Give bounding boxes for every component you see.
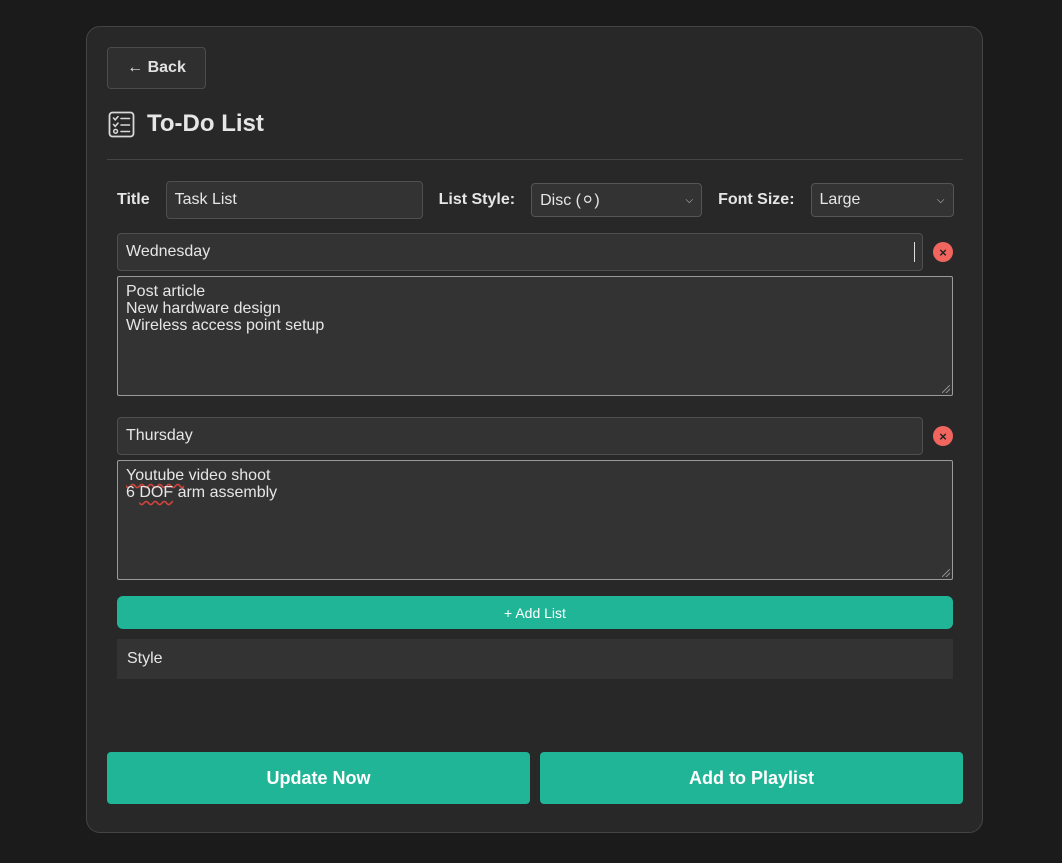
resize-handle[interactable] — [942, 385, 950, 393]
list-style-label: List Style: — [438, 191, 516, 208]
font-size-value: Large — [819, 191, 861, 208]
list-item: 6 DOF arm assembly — [126, 484, 278, 501]
list-name-value: Thursday — [126, 427, 193, 444]
list-name-input[interactable]: Thursday — [117, 417, 923, 455]
list-item: Wireless access point setup — [126, 317, 325, 334]
header-divider — [107, 159, 963, 160]
title-label: Title — [117, 191, 150, 208]
remove-list-button[interactable]: × — [933, 242, 953, 262]
update-now-button[interactable]: Update Now — [107, 752, 530, 804]
remove-list-button[interactable]: × — [933, 426, 953, 446]
add-list-button[interactable]: + Add List — [117, 596, 953, 629]
title-input[interactable]: Task List — [165, 181, 423, 219]
page-header: To-Do List — [108, 109, 264, 139]
chevron-down-icon: ⌵ — [936, 194, 945, 206]
font-size-select[interactable]: Large ⌵ — [810, 183, 954, 217]
list-item: New hardware design — [126, 300, 281, 317]
list-item: Post article — [126, 283, 206, 300]
font-size-label: Font Size: — [718, 191, 795, 208]
style-label: Style — [127, 650, 163, 667]
text-cursor — [914, 242, 915, 262]
add-to-playlist-button[interactable]: Add to Playlist — [540, 752, 963, 804]
list-items-textarea[interactable]: Post article New hardware design Wireles… — [117, 276, 953, 396]
checklist-icon — [108, 111, 135, 138]
list-items-textarea[interactable]: Youtube video shoot 6 DOF arm assembly — [117, 460, 953, 580]
back-button[interactable]: ← Back — [107, 47, 206, 89]
list-name-input[interactable]: Wednesday — [117, 233, 923, 271]
title-input-value: Task List — [174, 191, 237, 208]
resize-handle[interactable] — [942, 569, 950, 577]
page-title: To-Do List — [147, 110, 264, 137]
list-name-value: Wednesday — [126, 243, 211, 260]
list-style-value: Disc (⚪) — [540, 192, 600, 209]
widget-panel: ← Back To-Do List Title Task List List S… — [86, 26, 983, 833]
list-style-select[interactable]: Disc (⚪) ⌵ — [531, 183, 703, 217]
chevron-down-icon: ⌵ — [685, 194, 694, 206]
style-section-toggle[interactable]: Style — [117, 639, 953, 679]
close-icon: × — [939, 428, 947, 444]
close-icon: × — [939, 244, 947, 260]
list-item: Youtube video shoot — [126, 467, 271, 484]
settings-row: Title Task List List Style: Disc (⚪) ⌵ F… — [117, 181, 954, 219]
